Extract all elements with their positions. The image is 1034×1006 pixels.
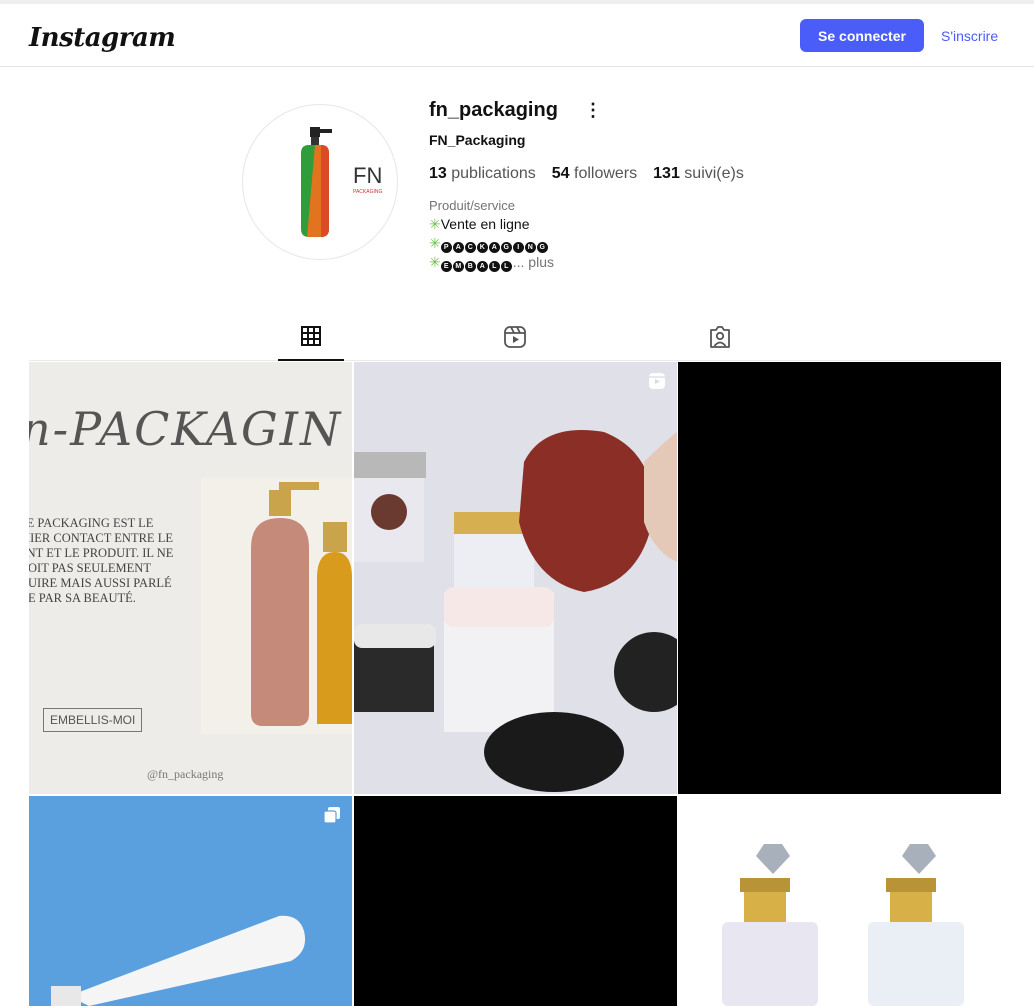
- circled-letter: G: [536, 242, 548, 253]
- login-button[interactable]: Se connecter: [800, 19, 924, 52]
- post-thumbnail[interactable]: [29, 796, 352, 1006]
- profile-avatar[interactable]: FN PACKAGING: [242, 104, 398, 260]
- circled-letter: C: [464, 242, 476, 253]
- post-body-text: LE PACKAGING EST LE MIER CONTACT ENTRE L…: [29, 516, 174, 605]
- stat-following[interactable]: 131 suivi(e)s: [653, 165, 744, 183]
- post-perfume-bottles-image: [678, 796, 1001, 1006]
- circled-letter: N: [524, 242, 536, 253]
- stat-followers[interactable]: 54 followers: [552, 165, 637, 183]
- profile-stats: 13 publications 54 followers 131 suivi(e…: [429, 165, 744, 183]
- post-handle-text: @fn_packaging: [147, 767, 224, 781]
- post-tube-image: [29, 796, 352, 1006]
- tab-grid[interactable]: [278, 325, 344, 361]
- top-bar: Instagram Se connecter S'inscrire: [0, 0, 1034, 67]
- sparkle-icon: ✳: [429, 235, 441, 251]
- reels-icon: [504, 326, 526, 348]
- reel-badge-icon: [649, 373, 665, 389]
- circled-letter: I: [512, 242, 524, 253]
- post-jars-image: [354, 362, 677, 794]
- circled-letter: M: [452, 261, 464, 272]
- signup-link[interactable]: S'inscrire: [941, 28, 998, 44]
- profile-full-name: FN_Packaging: [429, 132, 526, 148]
- circled-letter: A: [452, 242, 464, 253]
- tab-tagged[interactable]: [687, 325, 753, 361]
- post-thumbnail[interactable]: n-PACKAGIN LE PACKAGING EST LE MIER CONT…: [29, 362, 352, 794]
- more-options-icon[interactable]: ⋮: [584, 100, 602, 121]
- post-thumbnail[interactable]: [354, 362, 677, 794]
- circled-letter: A: [476, 261, 488, 272]
- circled-letter: L: [488, 261, 500, 272]
- profile-username: fn_packaging: [429, 99, 558, 121]
- circled-letter: L: [500, 261, 512, 272]
- tagged-user-icon: [710, 326, 730, 348]
- avatar-subtext: PACKAGING: [353, 189, 382, 195]
- sparkle-icon: ✳: [429, 216, 441, 232]
- circled-letter: G: [500, 242, 512, 253]
- circled-letter: P: [440, 242, 452, 253]
- bio-line-3: ✳ E M B A L L... plus: [429, 254, 554, 272]
- bio-more-link[interactable]: ... plus: [513, 254, 554, 270]
- instagram-logo[interactable]: Instagram: [29, 23, 176, 53]
- post-tag-label: EMBELLIS-MOI: [43, 708, 143, 732]
- circled-letter: A: [488, 242, 500, 253]
- circled-letter: E: [440, 261, 452, 272]
- avatar-text: FN: [353, 163, 382, 188]
- sparkle-icon: ✳: [429, 254, 441, 270]
- post-bottles-image: [201, 478, 352, 734]
- carousel-badge-icon: [323, 807, 340, 824]
- bio-line-1: ✳Vente en ligne: [429, 216, 530, 232]
- post-thumbnail[interactable]: [354, 796, 677, 1006]
- circled-letter: B: [464, 261, 476, 272]
- post-thumbnail[interactable]: [678, 796, 1001, 1006]
- post-title-text: n-PACKAGIN: [29, 402, 343, 456]
- bio-line-2: ✳ P A C K A G I N G: [429, 235, 549, 253]
- post-thumbnail[interactable]: [678, 362, 1001, 794]
- avatar-bottle-icon: FN PACKAGING: [301, 127, 382, 237]
- circled-letter: K: [476, 242, 488, 253]
- tab-reels[interactable]: [482, 325, 548, 361]
- profile-category: Produit/service: [429, 198, 515, 213]
- stat-publications[interactable]: 13 publications: [429, 165, 536, 183]
- grid-icon: [301, 326, 321, 346]
